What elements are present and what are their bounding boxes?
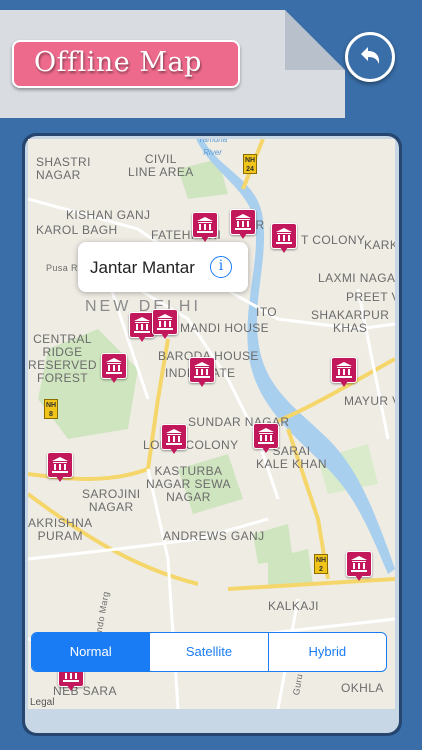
monument-icon <box>194 362 210 378</box>
monument-pin[interactable] <box>230 209 256 239</box>
map-view[interactable]: SHASTRI NAGAR CIVIL LINE AREA Yamuna Riv… <box>28 139 395 709</box>
map-label: LODHI COLONY <box>143 438 239 452</box>
map-type-selector[interactable]: Normal Satellite Hybrid <box>31 632 387 672</box>
monument-icon <box>106 358 122 374</box>
map-label: CIVIL LINE AREA <box>128 152 194 179</box>
map-type-satellite[interactable]: Satellite <box>150 633 269 671</box>
monument-icon <box>276 228 292 244</box>
place-callout[interactable]: Jantar Mantar i <box>78 242 248 292</box>
monument-pin[interactable] <box>101 353 127 383</box>
monument-pin[interactable] <box>152 309 178 339</box>
monument-icon <box>258 428 274 444</box>
map-label: Pusa R <box>46 263 78 273</box>
map-label: MAYUR VI <box>344 394 395 408</box>
map-label: AKRISHNA PURAM <box>28 516 93 543</box>
monument-pin[interactable] <box>189 357 215 387</box>
map-label: OKHLA <box>341 681 384 695</box>
map-label: PREET VIH <box>346 290 395 304</box>
monument-icon <box>351 556 367 572</box>
monument-icon <box>336 362 352 378</box>
map-label: SAROJINI NAGAR <box>82 487 141 514</box>
monument-pin[interactable] <box>47 452 73 482</box>
monument-pin[interactable] <box>271 223 297 253</box>
map-label: KASTURBA NAGAR SEWA NAGAR <box>146 464 231 504</box>
info-icon[interactable]: i <box>210 256 232 278</box>
monument-icon <box>197 217 213 233</box>
map-label: ITO <box>256 305 277 319</box>
monument-icon <box>157 314 173 330</box>
monument-icon <box>235 214 251 230</box>
monument-pin[interactable] <box>331 357 357 387</box>
monument-icon <box>134 317 150 333</box>
map-label: KARK <box>364 238 395 252</box>
map-label: SHASTRI NAGAR <box>36 155 91 182</box>
monument-pin[interactable] <box>253 423 279 453</box>
callout-title: Jantar Mantar <box>90 258 195 277</box>
highway-shield: NH 2 <box>314 554 328 574</box>
legal-link[interactable]: Legal <box>30 697 54 708</box>
monument-icon <box>52 457 68 473</box>
map-label: KISHAN GANJ <box>66 208 151 222</box>
map-label: Yamuna River <box>198 139 228 157</box>
map-label: LAXMI NAGAR <box>318 271 395 285</box>
highway-shield: NH 24 <box>243 154 257 174</box>
map-label: MANDI HOUSE <box>180 321 270 335</box>
monument-pin[interactable] <box>346 551 372 581</box>
map-label: KALKAJI <box>268 599 319 613</box>
map-label: CENTRAL RIDGE RESERVED FOREST <box>28 332 98 385</box>
map-label: KAROL BAGH <box>36 223 118 237</box>
monument-pin[interactable] <box>192 212 218 242</box>
map-label: T COLONY <box>301 233 366 247</box>
undo-arrow-icon <box>361 47 380 64</box>
monument-icon <box>166 429 182 445</box>
monument-pin[interactable] <box>161 424 187 454</box>
highway-shield: NH 8 <box>44 399 58 419</box>
title-tab: Offline Map <box>12 40 240 88</box>
map-type-normal[interactable]: Normal <box>32 633 151 671</box>
map-type-hybrid[interactable]: Hybrid <box>269 633 386 671</box>
map-label: ANDREWS GANJ <box>163 529 265 543</box>
back-button[interactable] <box>345 32 395 82</box>
map-label: SHAKARPUR KHAS <box>311 308 390 335</box>
page-title: Offline Map <box>34 47 202 78</box>
